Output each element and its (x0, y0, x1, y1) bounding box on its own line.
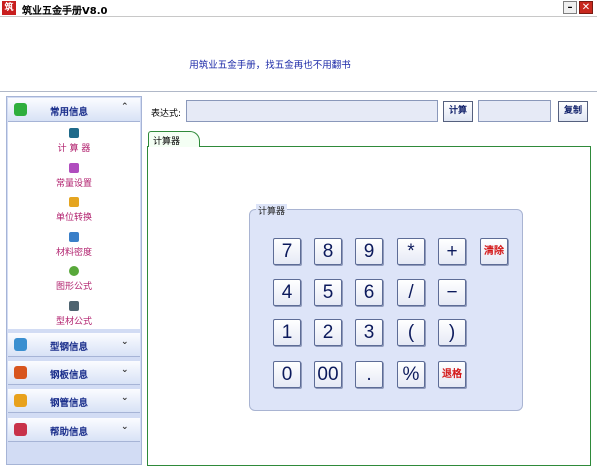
key-9[interactable]: 9 (355, 238, 383, 265)
profile-formula-icon (69, 301, 79, 311)
sidebar-section-common[interactable]: 常用信息 ⌃ (8, 98, 140, 122)
key-percent[interactable]: % (397, 361, 425, 388)
steel-icon (14, 338, 27, 351)
chevron-down-icon[interactable]: ⌄ (121, 393, 129, 403)
chevron-down-icon[interactable]: ⌄ (121, 422, 129, 432)
key-minus[interactable]: − (438, 279, 466, 306)
plate-icon (14, 366, 27, 379)
chevron-up-icon[interactable]: ⌃ (121, 102, 129, 112)
shape-formula-icon (69, 266, 79, 276)
backspace-button[interactable]: 退格 (438, 361, 466, 388)
sidebar-item-label: 常量设置 (55, 179, 92, 189)
sidebar-item-label: 材料密度 (55, 248, 92, 258)
window-title: 筑业五金手册V8.0 (22, 6, 108, 17)
minimize-button[interactable]: – (563, 1, 577, 14)
key-2[interactable]: 2 (314, 319, 342, 346)
sidebar-item-label: 计 算 器 (57, 144, 91, 154)
key-6[interactable]: 6 (355, 279, 383, 306)
pipe-icon (14, 394, 27, 407)
sidebar-item-density[interactable]: 材料密度 (8, 232, 140, 262)
density-icon (69, 232, 79, 242)
section-label: 钢管信息 (50, 398, 89, 409)
sidebar-item-shape-formula[interactable]: 图形公式 (8, 266, 140, 296)
slogan-text: 用筑业五金手册，找五金再也不用翻书 (189, 60, 351, 71)
sidebar-section-plate[interactable]: 钢板信息 ⌄ (8, 361, 140, 385)
constants-icon (69, 163, 79, 173)
key-7[interactable]: 7 (273, 238, 301, 265)
sidebar-item-constants[interactable]: 常量设置 (8, 163, 140, 193)
key-1[interactable]: 1 (273, 319, 301, 346)
help-icon (14, 423, 27, 436)
sidebar-section-steel[interactable]: 型钢信息 ⌄ (8, 333, 140, 357)
calculator-icon (69, 128, 79, 138)
slogan-banner: 用筑业五金手册，找五金再也不用翻书 (0, 17, 597, 92)
key-open-paren[interactable]: ( (397, 319, 425, 346)
sidebar-section-pipe[interactable]: 钢管信息 ⌄ (8, 389, 140, 413)
expression-input[interactable] (186, 100, 438, 122)
key-00[interactable]: 00 (314, 361, 342, 388)
calculate-button[interactable]: 计算 (443, 101, 473, 122)
title-bar: 筑 筑业五金手册V8.0 – ✕ (0, 0, 597, 17)
sidebar-items: 计 算 器 常量设置 单位转换 材料密度 图形公式 型材公式 (8, 122, 140, 329)
app-logo-icon: 筑 (2, 1, 16, 15)
key-plus[interactable]: + (438, 238, 466, 265)
section-label: 常用信息 (50, 107, 89, 118)
result-field[interactable] (478, 100, 551, 122)
key-multiply[interactable]: * (397, 238, 425, 265)
copy-button[interactable]: 复制 (558, 101, 588, 122)
section-label: 钢板信息 (50, 370, 89, 381)
key-4[interactable]: 4 (273, 279, 301, 306)
sidebar-section-help[interactable]: 帮助信息 ⌄ (8, 418, 140, 442)
key-close-paren[interactable]: ) (438, 319, 466, 346)
section-label: 型钢信息 (50, 342, 89, 353)
chevron-down-icon[interactable]: ⌄ (121, 337, 129, 347)
clear-button[interactable]: 清除 (480, 238, 508, 265)
key-divide[interactable]: / (397, 279, 425, 306)
key-5[interactable]: 5 (314, 279, 342, 306)
calculator-group-title: 计算器 (256, 204, 288, 217)
close-button[interactable]: ✕ (579, 1, 593, 14)
tab-calculator[interactable]: 计算器 (148, 131, 200, 147)
key-8[interactable]: 8 (314, 238, 342, 265)
globe-icon (14, 103, 27, 116)
sidebar-item-unit-convert[interactable]: 单位转换 (8, 197, 140, 227)
sidebar-item-label: 图形公式 (55, 282, 92, 292)
chevron-down-icon[interactable]: ⌄ (121, 365, 129, 375)
unit-convert-icon (69, 197, 79, 207)
key-decimal[interactable]: . (355, 361, 383, 388)
sidebar-item-label: 单位转换 (55, 213, 92, 223)
section-label: 帮助信息 (50, 427, 89, 438)
expression-label: 表达式: (151, 109, 182, 119)
sidebar: 常用信息 ⌃ 计 算 器 常量设置 单位转换 材料密度 图形公式 型材公式 型钢… (6, 96, 142, 465)
sidebar-item-label: 型材公式 (55, 317, 92, 327)
sidebar-item-calculator[interactable]: 计 算 器 (8, 128, 140, 158)
key-0[interactable]: 0 (273, 361, 301, 388)
sidebar-item-profile-formula[interactable]: 型材公式 (8, 301, 140, 331)
key-3[interactable]: 3 (355, 319, 383, 346)
